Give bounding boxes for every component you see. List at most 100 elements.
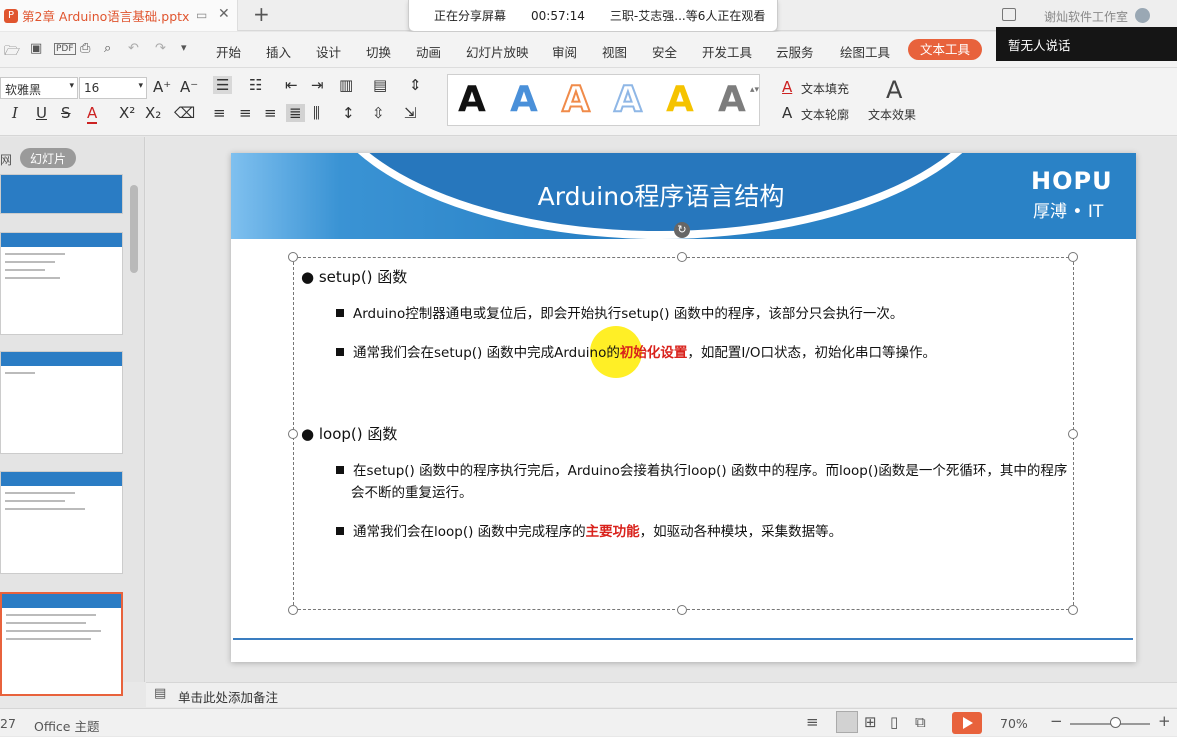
superscript-icon[interactable]: X² <box>119 104 135 122</box>
slide-thumbnails-pane: 网 幻灯片 <box>0 137 145 696</box>
distribute-icon[interactable]: ⫼ <box>313 104 320 122</box>
tab-slides[interactable]: 幻灯片 <box>20 148 77 168</box>
presenter-view-icon[interactable]: ⧉ <box>915 713 926 731</box>
slide-thumbnail[interactable] <box>0 471 123 574</box>
quick-access-dropdown-icon[interactable]: ▾ <box>181 41 187 54</box>
notes-toggle-icon[interactable]: ≡ <box>806 713 819 731</box>
rotate-handle-icon[interactable]: ↻ <box>674 222 690 238</box>
resize-handle[interactable] <box>288 605 298 615</box>
page-number: 27 <box>0 716 16 731</box>
slide-thumbnail-selected[interactable] <box>0 592 123 696</box>
text-outline-icon[interactable]: A <box>782 104 792 122</box>
zoom-in-icon[interactable]: + <box>1158 712 1171 730</box>
window-mode-icon[interactable]: ▭ <box>196 8 207 22</box>
menu-design[interactable]: 设计 <box>316 42 341 61</box>
close-tab-icon[interactable]: ✕ <box>218 6 230 22</box>
normal-view-icon[interactable] <box>836 711 858 733</box>
menu-developer[interactable]: 开发工具 <box>702 42 752 61</box>
new-tab-button[interactable]: + <box>253 2 270 26</box>
user-label: 谢灿软件工作室 <box>1044 10 1129 24</box>
indent-options-icon[interactable]: ⇲ <box>404 104 417 122</box>
align-center-icon[interactable]: ≡ <box>239 104 252 122</box>
menu-view[interactable]: 视图 <box>602 42 627 61</box>
style-blue[interactable]: A <box>510 80 538 120</box>
resize-handle[interactable] <box>288 429 298 439</box>
reading-view-icon[interactable]: ▯ <box>890 713 898 731</box>
style-black[interactable]: A <box>458 80 486 120</box>
style-orange-outline[interactable]: A <box>561 79 591 121</box>
resize-handle[interactable] <box>288 252 298 262</box>
slide-thumbnail[interactable] <box>0 351 123 454</box>
text-fill-button[interactable]: 文本填充 <box>801 80 849 97</box>
bullets-icon[interactable]: ☰ <box>213 76 233 94</box>
slide-thumbnail[interactable] <box>0 232 123 335</box>
menu-insert[interactable]: 插入 <box>266 42 291 61</box>
columns-icon[interactable]: ▥ <box>339 76 353 94</box>
text-outline-button[interactable]: 文本轮廓 <box>801 106 849 123</box>
font-name-select[interactable]: 软雅黑 ▾ <box>0 77 78 99</box>
menu-review[interactable]: 审阅 <box>552 42 577 61</box>
menu-security[interactable]: 安全 <box>652 42 677 61</box>
decrease-indent-icon[interactable]: ⇤ <box>285 76 298 94</box>
underline-icon[interactable]: U <box>36 104 47 122</box>
text-fill-icon[interactable]: A <box>782 78 792 96</box>
thumbnails-scrollbar[interactable] <box>130 185 138 273</box>
menu-animations[interactable]: 动画 <box>416 42 441 61</box>
menu-transitions[interactable]: 切换 <box>366 42 391 61</box>
layout-icon[interactable] <box>1002 8 1016 21</box>
resize-handle[interactable] <box>1068 605 1078 615</box>
menu-home[interactable]: 开始 <box>216 42 241 61</box>
increase-indent-icon[interactable]: ⇥ <box>311 76 324 94</box>
bullet-loop-1: 在setup() 函数中的程序执行完后，Arduino会接着执行loop() 函… <box>336 460 1071 504</box>
paragraph-spacing-icon[interactable]: ⇳ <box>372 104 385 122</box>
bullet-loop-text: loop() 函数 <box>318 425 398 443</box>
resize-handle[interactable] <box>677 252 687 262</box>
resize-handle[interactable] <box>1068 252 1078 262</box>
zoom-level[interactable]: 70% <box>1000 716 1028 731</box>
folder-icon[interactable]: 🗁 <box>4 42 20 64</box>
slide-thumbnail[interactable] <box>0 174 123 214</box>
style-light-blue-outline[interactable]: A <box>613 79 643 121</box>
resize-handle[interactable] <box>677 605 687 615</box>
zoom-slider-thumb[interactable] <box>1110 717 1121 728</box>
font-size-select[interactable]: 16 ▾ <box>79 77 147 99</box>
align-right-icon[interactable]: ≡ <box>264 104 277 122</box>
save-icon[interactable]: ▣ <box>30 41 42 56</box>
strikethrough-icon[interactable]: S <box>61 104 71 122</box>
avatar[interactable] <box>1135 8 1150 23</box>
increase-font-icon[interactable]: A⁺ <box>153 78 171 96</box>
text-direction-icon[interactable]: ⇕ <box>409 76 422 94</box>
gallery-more-icon[interactable]: ▴▾ <box>750 85 759 95</box>
pdf-icon[interactable]: PDF <box>54 43 76 55</box>
justify-icon[interactable]: ≣ <box>286 104 305 122</box>
menu-cloud[interactable]: 云服务 <box>776 42 814 61</box>
decrease-font-icon[interactable]: A⁻ <box>180 78 198 96</box>
print-icon[interactable]: ⎙ <box>80 41 90 56</box>
text-style-gallery[interactable]: A A A A A A ▴▾ <box>447 74 760 126</box>
preview-icon[interactable]: ⌕ <box>104 41 111 56</box>
zoom-out-icon[interactable]: − <box>1050 712 1063 730</box>
menu-slideshow[interactable]: 幻灯片放映 <box>466 42 529 61</box>
clear-format-icon[interactable]: ⌫ <box>174 104 195 122</box>
italic-icon[interactable]: I <box>12 104 18 122</box>
numbering-icon[interactable]: ☷ <box>249 76 262 94</box>
undo-icon[interactable]: ↶ <box>128 41 139 56</box>
text-align-box-icon[interactable]: ▤ <box>373 76 387 94</box>
subscript-icon[interactable]: X₂ <box>145 104 161 122</box>
align-left-icon[interactable]: ≡ <box>213 104 226 122</box>
resize-handle[interactable] <box>1068 429 1078 439</box>
text-effect-icon[interactable]: A <box>886 76 902 104</box>
document-tab[interactable]: P 第2章 Arduino语言基础.pptx ▭ ✕ <box>0 0 238 31</box>
menu-drawing-tools[interactable]: 绘图工具 <box>840 42 890 61</box>
redo-icon[interactable]: ↷ <box>155 41 166 56</box>
notes-pane[interactable]: ▤ 单击此处添加备注 <box>146 682 1177 707</box>
slide-sorter-icon[interactable]: ⊞ <box>864 713 877 731</box>
play-slideshow-button[interactable] <box>952 712 982 734</box>
tab-outline[interactable]: 网 <box>0 151 12 168</box>
line-spacing-icon[interactable]: ↕ <box>342 104 355 122</box>
font-color-icon[interactable]: A <box>87 104 98 124</box>
text-effect-button[interactable]: 文本效果 <box>868 106 916 123</box>
style-gray[interactable]: A <box>718 80 746 120</box>
menu-text-tools[interactable]: 文本工具 <box>908 39 982 60</box>
style-yellow[interactable]: A <box>666 80 694 120</box>
